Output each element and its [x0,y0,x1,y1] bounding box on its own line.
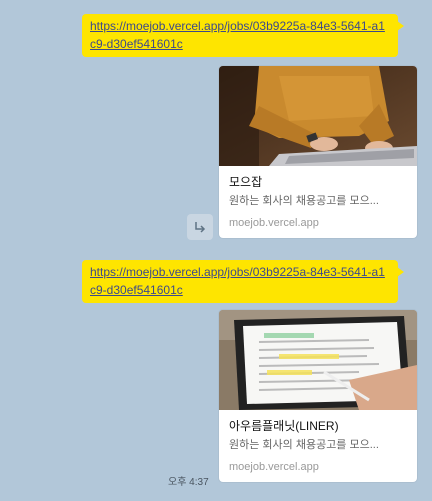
message-link[interactable]: https://moejob.vercel.app/jobs/03b9225a-… [90,265,385,297]
preview-title: 모으잡 [229,175,263,189]
message-bubble: https://moejob.vercel.app/jobs/03b9225a-… [82,14,404,57]
preview-domain: moejob.vercel.app [229,461,319,473]
preview-description: 원하는 회사의 채용공고를 모으... [229,439,379,451]
share-icon[interactable] [187,214,213,240]
link-preview-card[interactable]: 모으잡 원하는 회사의 채용공고를 모으... moejob.vercel.ap… [219,66,417,238]
link-preview-card[interactable]: 아우름플래닛(LINER) 원하는 회사의 채용공고를 모으... moejob… [219,310,417,482]
preview-description: 원하는 회사의 채용공고를 모으... [229,195,379,207]
message-bubble: https://moejob.vercel.app/jobs/03b9225a-… [82,260,404,303]
message-link[interactable]: https://moejob.vercel.app/jobs/03b9225a-… [90,19,385,51]
preview-domain: moejob.vercel.app [229,217,319,229]
preview-image [219,310,417,410]
preview-title: 아우름플래닛(LINER) [229,419,339,433]
preview-image [219,66,417,166]
message-timestamp: 오후 4:37 [168,477,209,488]
